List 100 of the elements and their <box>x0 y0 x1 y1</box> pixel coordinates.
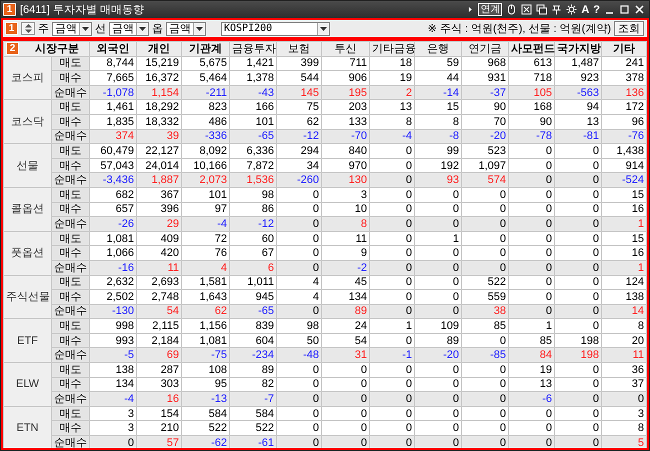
table-cell: 16 <box>136 392 182 406</box>
market-cell: ETF <box>4 318 52 363</box>
table-cell: 0 <box>276 362 322 378</box>
table-cell: -524 <box>602 172 646 188</box>
row-label: 매수 <box>52 290 90 304</box>
table-cell: -75 <box>182 348 230 363</box>
table-cell: 486 <box>182 114 230 130</box>
gear-icon[interactable] <box>566 4 578 15</box>
table-cell: 574 <box>462 172 508 188</box>
market-cell: ETN <box>4 406 52 448</box>
table-cell: 85 <box>462 318 508 334</box>
unit-dropdown[interactable]: 금액 <box>109 22 149 36</box>
dropdown-arrow-icon[interactable] <box>320 26 327 30</box>
table-cell: 0 <box>508 231 554 246</box>
table-cell: 409 <box>136 231 182 246</box>
mouse-icon[interactable] <box>506 4 518 15</box>
table-cell: 6 <box>230 260 276 275</box>
table-cell: 0 <box>554 246 602 260</box>
table-cell: 0 <box>508 436 554 448</box>
market-dropdown[interactable]: KOSPI200 <box>221 22 330 36</box>
table-cell: 241 <box>602 56 646 71</box>
table-cell: 138 <box>602 290 646 304</box>
table-cell: 2,115 <box>136 318 182 334</box>
dropdown-arrow-icon[interactable] <box>82 26 89 30</box>
close-icon[interactable] <box>634 4 645 15</box>
table-cell: 105 <box>508 85 554 100</box>
table-cell: 172 <box>602 100 646 114</box>
table-cell: 101 <box>182 187 230 202</box>
table-cell: 5,464 <box>182 70 230 86</box>
row-label: 매수 <box>52 114 90 130</box>
row-label: 순매수 <box>52 304 90 319</box>
table-cell: 0 <box>370 304 414 319</box>
table-cell: -76 <box>602 129 646 144</box>
table-cell: 69 <box>136 348 182 363</box>
table-cell: 0 <box>322 406 370 421</box>
table-cell: 15,219 <box>136 56 182 71</box>
unit-dropdown[interactable]: 금액 <box>52 22 92 36</box>
toolbar-letter-button[interactable]: A <box>581 4 590 16</box>
table-cell: -3,436 <box>90 172 136 188</box>
table-cell: 1,536 <box>230 172 276 188</box>
table-cell: 90 <box>462 100 508 114</box>
row-label: 순매수 <box>52 172 90 188</box>
table-cell: 168 <box>508 100 554 114</box>
table-cell: 203 <box>322 100 370 114</box>
table-cell: 44 <box>414 70 462 86</box>
toolbar-letter-button[interactable]: ? <box>593 4 600 16</box>
table-cell: 9 <box>322 246 370 260</box>
table-cell: 1,461 <box>90 100 136 114</box>
table-cell: 13 <box>370 100 414 114</box>
table-cell: 0 <box>276 246 322 260</box>
table-cell: 8,092 <box>182 144 230 158</box>
column-header: 외국인 <box>90 42 136 56</box>
table-cell: 0 <box>370 275 414 290</box>
table-cell: 8,744 <box>90 56 136 71</box>
link-button[interactable]: 연계 <box>478 3 502 16</box>
table-cell: 2 <box>370 85 414 100</box>
query-button[interactable]: 조회 <box>614 21 644 36</box>
column-header: 연기금 <box>462 42 508 56</box>
table-cell: 0 <box>276 304 322 319</box>
dropdown-arrow-icon[interactable] <box>196 26 203 30</box>
table-cell: -65 <box>230 129 276 144</box>
table-cell: 0 <box>554 260 602 275</box>
table-cell: 0 <box>414 436 462 448</box>
table-cell: 544 <box>276 70 322 86</box>
windows-icon[interactable] <box>536 4 548 15</box>
table-cell: 1 <box>508 318 554 334</box>
table-cell: 45 <box>322 275 370 290</box>
table-cell: 18,332 <box>136 114 182 130</box>
table-cell: 0 <box>508 187 554 202</box>
market-cell: 풋옵션 <box>4 231 52 275</box>
table-cell: 1,487 <box>554 56 602 71</box>
table-cell: 8 <box>414 114 462 130</box>
table-cell: 15 <box>414 100 462 114</box>
table-cell: -43 <box>230 85 276 100</box>
table-cell: 0 <box>508 246 554 260</box>
table-cell: -4 <box>90 392 136 406</box>
table-cell: 60,479 <box>90 144 136 158</box>
table-cell: 5,675 <box>182 56 230 71</box>
dropdown-arrow-icon[interactable] <box>139 26 146 30</box>
pin-icon[interactable] <box>551 4 562 15</box>
table-cell: -336 <box>182 129 230 144</box>
table-cell: -78 <box>508 129 554 144</box>
market-cell: 코스닥 <box>4 100 52 144</box>
spinner-button[interactable] <box>21 22 35 35</box>
maximize-icon[interactable] <box>619 4 630 15</box>
table-cell: 0 <box>462 216 508 232</box>
table-cell: -65 <box>230 304 276 319</box>
select-label: 선 <box>95 22 106 36</box>
table-cell: 0 <box>554 318 602 334</box>
column-header: 은행 <box>414 42 462 56</box>
table-cell: 523 <box>462 144 508 158</box>
table-cell: 0 <box>554 231 602 246</box>
table-cell: 0 <box>554 362 602 378</box>
table-cell: 3 <box>322 187 370 202</box>
row-label: 매도 <box>52 187 90 202</box>
table-cell: 0 <box>370 436 414 448</box>
table-cell: 89 <box>230 362 276 378</box>
unit-dropdown[interactable]: 금액 <box>166 22 206 36</box>
table-cell: -5 <box>90 348 136 363</box>
boxed-x-icon[interactable] <box>521 4 532 15</box>
